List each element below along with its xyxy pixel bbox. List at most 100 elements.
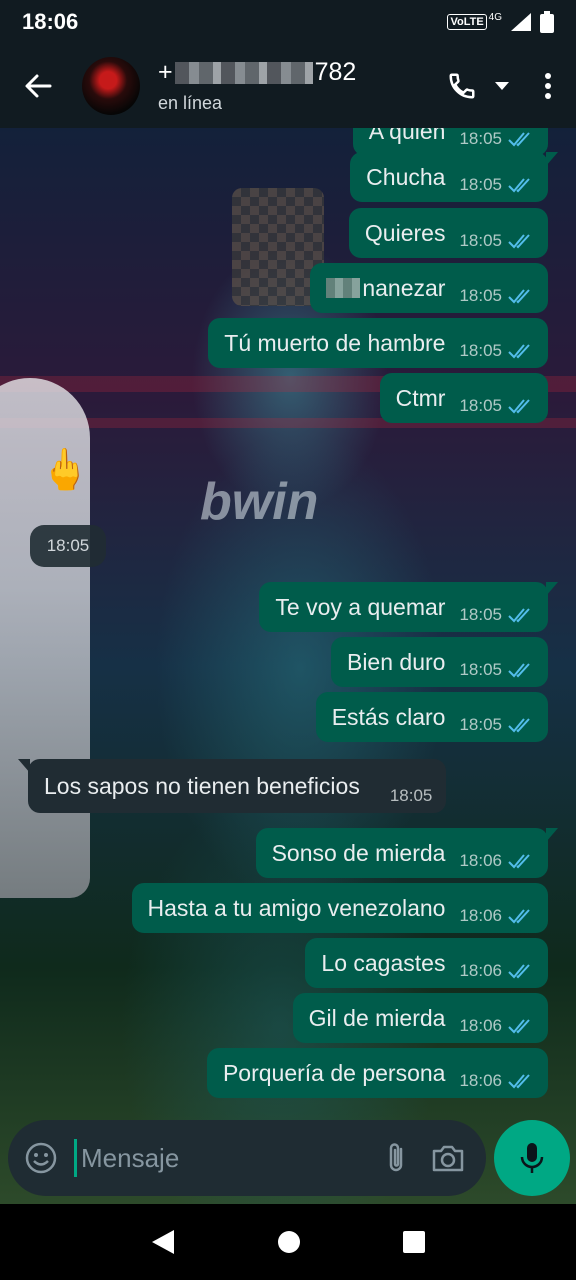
wallpaper-logo-text: bwin (200, 473, 319, 531)
message-text: Tú muerto de hambre (224, 329, 446, 356)
dropdown-icon (495, 82, 509, 90)
call-dropdown-button[interactable] (484, 44, 520, 128)
message-meta: 18:05 (459, 660, 534, 680)
mic-icon (520, 1143, 544, 1173)
status-icons: VoLTE 4G (447, 11, 554, 33)
voice-record-button[interactable] (494, 1120, 570, 1196)
message-text: Estás claro (331, 703, 446, 730)
emoji-message[interactable]: 🖕 (40, 446, 90, 493)
contact-name: + 782 (158, 58, 356, 87)
message-bubble[interactable]: Chucha 18:05 (350, 152, 558, 202)
recents-nav-icon[interactable] (402, 1230, 426, 1254)
phone-icon (449, 73, 475, 99)
status-bar: 18:06 VoLTE 4G (0, 0, 576, 44)
message-bubble[interactable]: Hasta a tu amigo venezolano 18:06 (131, 883, 548, 933)
message-bubble[interactable]: Tú muerto de hambre 18:05 (208, 318, 548, 368)
contact-info[interactable]: + 782 en línea (158, 58, 356, 114)
emoji-message-time: 18:05 (30, 525, 106, 567)
volte-icon: VoLTE (447, 14, 487, 30)
read-ticks-icon (508, 1019, 530, 1034)
text-caret (74, 1139, 77, 1177)
message-time: 18:05 (459, 175, 502, 194)
system-nav-bar (0, 1204, 576, 1280)
more-options-button[interactable] (520, 44, 576, 128)
camera-icon (432, 1145, 464, 1172)
message-bubble[interactable]: Sonso de mierda 18:06 (255, 828, 559, 878)
message-bubble[interactable]: Bien duro 18:05 (330, 637, 548, 687)
message-meta: 18:05 (459, 231, 534, 251)
message-time: 18:05 (459, 396, 502, 415)
chat-header: + 782 en línea (0, 44, 576, 128)
incoming-message-bubble[interactable]: Los sapos no tienen beneficios 18:05 (17, 759, 447, 813)
message-bubble[interactable]: Te voy a quemar 18:05 (259, 582, 558, 632)
message-time: 18:06 (459, 1016, 502, 1035)
message-text: Sonso de mierda (271, 839, 446, 866)
message-time: 18:05 (459, 231, 502, 250)
attach-button[interactable] (370, 1120, 422, 1196)
message-time: 18:06 (459, 851, 502, 870)
read-ticks-icon (508, 1074, 530, 1089)
read-ticks-icon (508, 178, 530, 193)
signal-icon (511, 13, 531, 31)
message-bubble[interactable]: nanezar 18:05 (310, 263, 548, 313)
message-text: Ctmr (395, 384, 446, 411)
message-meta: 18:05 (459, 129, 534, 149)
header-actions (440, 44, 576, 128)
read-ticks-icon (508, 718, 530, 733)
message-meta: 18:05 (459, 286, 534, 306)
read-ticks-icon (508, 399, 530, 414)
message-meta: 18:05 (390, 786, 433, 806)
message-time: 18:05 (459, 715, 502, 734)
read-ticks-icon (508, 909, 530, 924)
message-bubble[interactable]: Gil de mierda 18:06 (292, 993, 548, 1043)
read-ticks-icon (508, 854, 530, 869)
message-meta: 18:05 (459, 715, 534, 735)
message-text: Te voy a quemar (275, 593, 446, 620)
contact-name-suffix: 782 (314, 58, 357, 86)
message-text: Hasta a tu amigo venezolano (147, 894, 446, 921)
message-text: Los sapos no tienen beneficios (44, 772, 360, 799)
chat-area[interactable]: bwin A quien 18:05 Chucha 18:05 Quieres … (0, 128, 576, 1204)
message-bubble[interactable]: Ctmr 18:05 (379, 373, 548, 423)
home-nav-icon[interactable] (276, 1229, 302, 1255)
avatar[interactable] (82, 57, 140, 115)
message-input[interactable] (81, 1142, 331, 1174)
call-button[interactable] (440, 44, 484, 128)
message-composer (8, 1120, 486, 1196)
back-button[interactable] (0, 44, 76, 128)
message-bubble[interactable]: Quieres 18:05 (348, 208, 548, 258)
message-bubble[interactable]: Porquería de persona 18:06 (206, 1048, 548, 1098)
message-meta: 18:06 (459, 906, 534, 926)
message-time: 18:05 (459, 341, 502, 360)
emoji-button[interactable] (8, 1120, 74, 1196)
network-type: 4G (488, 11, 502, 23)
message-time: 18:05 (459, 286, 502, 305)
message-meta: 18:05 (459, 175, 534, 195)
read-ticks-icon (508, 132, 530, 147)
message-text: Lo cagastes (321, 949, 446, 976)
emoji-icon (25, 1142, 57, 1174)
message-bubble[interactable]: Estás claro 18:05 (315, 692, 548, 742)
contact-status: en línea (158, 93, 223, 113)
message-text: Gil de mierda (308, 1004, 446, 1031)
read-ticks-icon (508, 608, 530, 623)
message-text: Chucha (366, 163, 446, 190)
message-time: 18:05 (459, 660, 502, 679)
message-time: 18:05 (459, 129, 502, 148)
message-meta: 18:05 (459, 605, 534, 625)
battery-icon (540, 11, 554, 33)
message-meta: 18:06 (459, 851, 534, 871)
message-bubble[interactable]: Lo cagastes 18:06 (305, 938, 548, 988)
message-text: A quien (368, 128, 446, 144)
message-time: 18:06 (459, 906, 502, 925)
message-meta: 18:06 (459, 1071, 534, 1091)
message-time: 18:05 (389, 786, 433, 805)
message-meta: 18:05 (459, 396, 534, 416)
camera-button[interactable] (422, 1120, 474, 1196)
message-meta: 18:06 (459, 961, 534, 981)
read-ticks-icon (508, 663, 530, 678)
read-ticks-icon (508, 289, 530, 304)
read-ticks-icon (508, 344, 530, 359)
back-nav-icon[interactable] (150, 1228, 176, 1256)
status-time: 18:06 (22, 9, 79, 34)
